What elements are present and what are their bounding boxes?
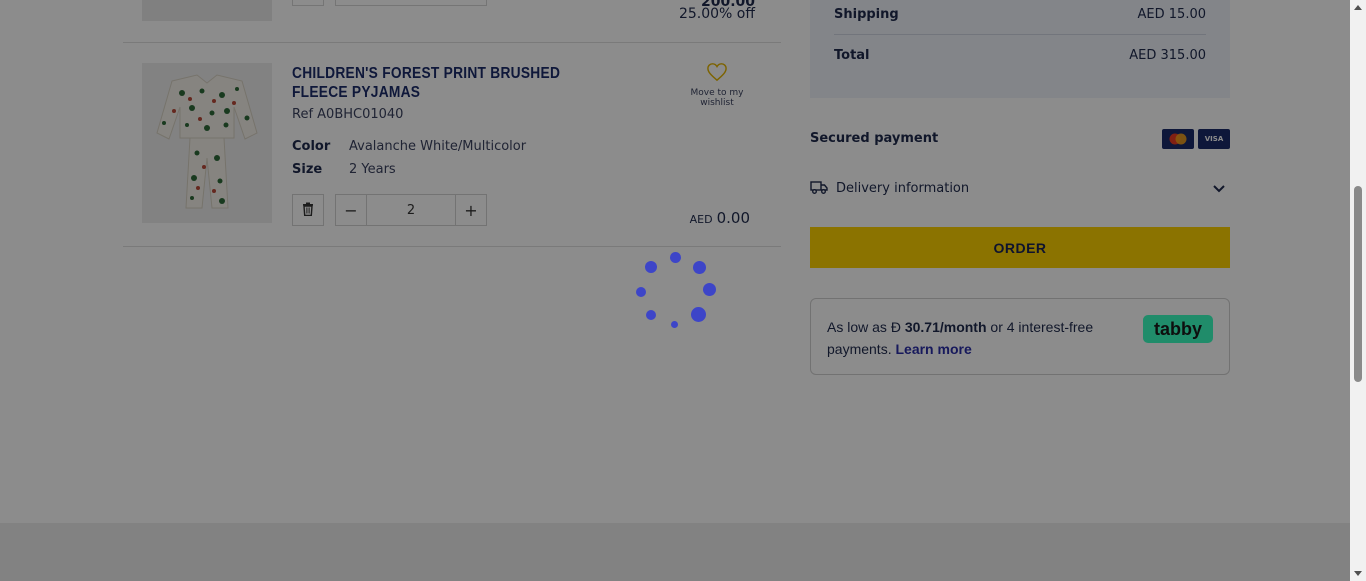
scroll-up-arrow[interactable] [1354, 5, 1362, 10]
scroll-thumb[interactable] [1354, 186, 1362, 382]
spinner-dot [645, 261, 657, 273]
page-scrollbar[interactable] [1350, 0, 1366, 581]
loading-spinner [0, 0, 1350, 581]
scroll-down-arrow[interactable] [1354, 571, 1362, 576]
spinner-dot [636, 287, 646, 297]
spinner-dot [693, 261, 706, 274]
spinner-dot [646, 310, 656, 320]
spinner-dot [691, 307, 706, 322]
spinner-dot [670, 252, 681, 263]
spinner-dot [671, 321, 678, 328]
checkout-page: 200.00 25.00% off CHILDREN'S FOREST PRIN… [0, 0, 1350, 581]
spinner-dot [703, 283, 716, 296]
